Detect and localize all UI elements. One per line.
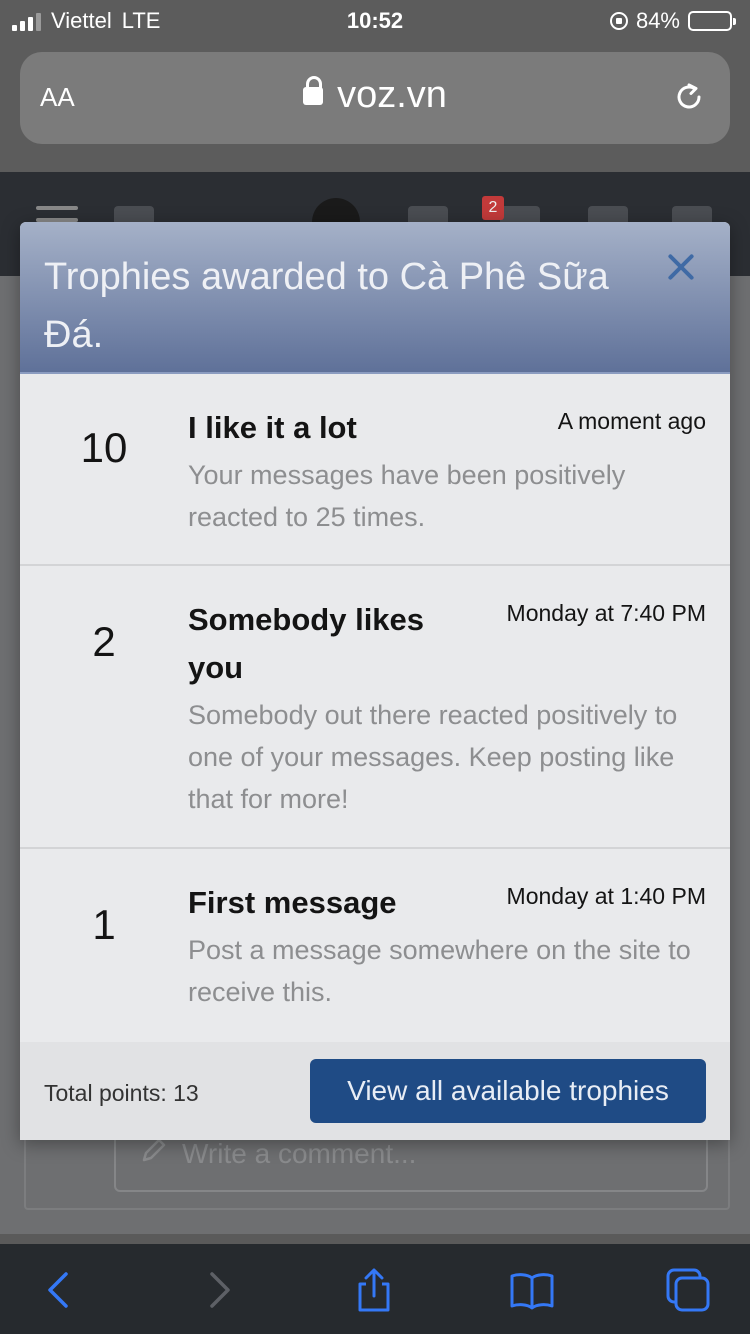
forward-icon[interactable] [194,1266,242,1314]
modal-title: Trophies awarded to Cà Phê Sữa Đá. [44,256,609,356]
trophy-item: 10 I like it a lot A moment ago Your mes… [20,374,730,566]
browser-toolbar [0,1244,750,1334]
url-display[interactable]: voz.vn [20,74,730,117]
battery-icon [688,11,736,31]
address-bar[interactable]: AA voz.vn [20,52,730,144]
notification-badge: 2 [482,196,504,220]
back-icon[interactable] [36,1266,84,1314]
trophy-points: 1 [92,901,116,948]
bookmarks-icon[interactable] [508,1266,556,1314]
domain-label: voz.vn [337,74,447,116]
trophy-item: 2 Somebody likes you Monday at 7:40 PM S… [20,566,730,849]
trophy-description: Somebody out there reacted positively to… [188,700,678,814]
share-icon[interactable] [350,1266,398,1314]
close-icon[interactable] [666,252,696,282]
modal-footer: Total points: 13 View all available trop… [20,1042,730,1140]
modal-header: Trophies awarded to Cà Phê Sữa Đá. [20,222,730,374]
reload-icon[interactable] [672,80,706,114]
trophy-item: 1 First message Monday at 1:40 PM Post a… [20,849,730,1042]
status-right: 84% [609,8,736,34]
padlock-icon [303,76,324,105]
trophy-points: 10 [80,424,128,471]
status-bar: Viettel LTE 10:52 84% [0,0,750,40]
trophy-title: I like it a lot [188,410,357,445]
trophy-time: A moment ago [557,408,706,434]
view-all-trophies-button[interactable]: View all available trophies [310,1059,706,1123]
pencil-icon [142,1138,166,1162]
battery-percent: 84% [635,8,680,33]
rotation-lock-icon [609,12,628,30]
total-points: Total points: 13 [44,1080,199,1106]
trophy-title: First message [188,885,397,920]
trophy-time: Monday at 1:40 PM [506,883,706,909]
trophy-points: 2 [92,618,116,665]
trophy-description: Your messages have been positively react… [188,460,626,532]
tabs-icon[interactable] [664,1266,712,1314]
trophy-description: Post a message somewhere on the site to … [188,935,691,1007]
browser-top-bar: AA voz.vn [0,40,750,172]
trophy-time: Monday at 7:40 PM [506,600,706,626]
trophy-title: Somebody likes you [188,602,425,685]
trophies-modal: Trophies awarded to Cà Phê Sữa Đá. 10 I … [20,222,730,1140]
